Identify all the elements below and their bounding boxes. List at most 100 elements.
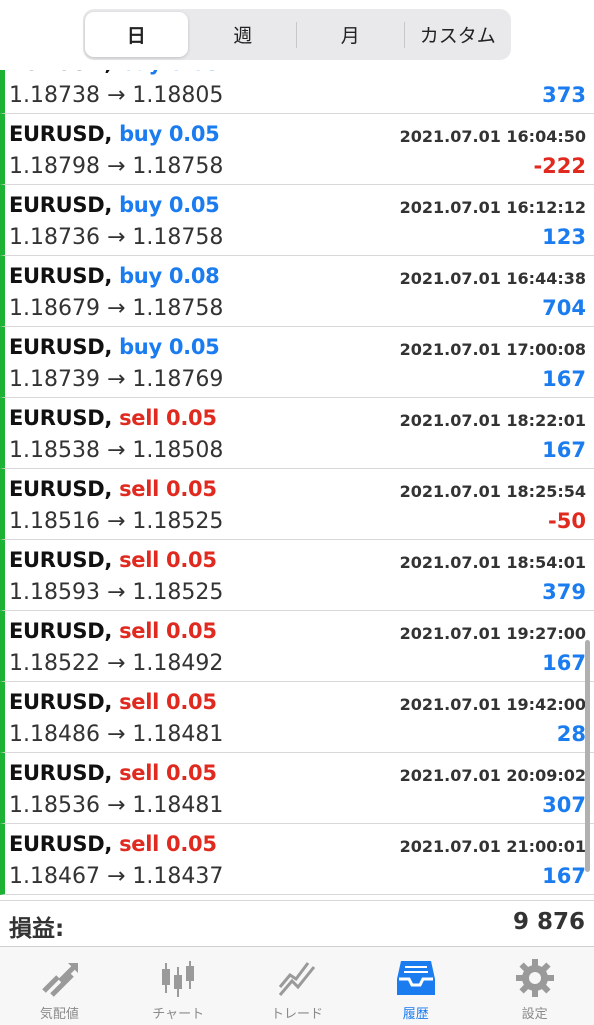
trade-profit: 167 <box>542 367 586 391</box>
trade-profit: 167 <box>542 438 586 462</box>
scrollbar[interactable] <box>585 640 590 872</box>
segment-divider <box>296 21 297 48</box>
trade-symbol: EURUSD, <box>9 335 113 359</box>
trade-profit: 373 <box>542 83 586 107</box>
trade-symbol-line: EURUSD, buy 0.05 <box>9 122 220 146</box>
trade-symbol: EURUSD, <box>9 264 113 288</box>
tab-label: 設定 <box>521 1007 548 1022</box>
period-header: 日 週 月 カスタム <box>0 0 594 70</box>
trade-time: 2021.07.01 16:04:50 <box>399 127 586 146</box>
trade-row[interactable]: EURUSD, sell 0.05 2021.07.01 19:27:00 1.18… <box>0 611 594 682</box>
segment-day[interactable]: 日 <box>85 12 188 57</box>
period-segmented-control: 日 週 月 カスタム <box>83 9 511 60</box>
trade-side-volume: buy 0.08 <box>119 264 220 288</box>
segment-month[interactable]: 月 <box>299 12 402 57</box>
trade-prices: 1.18593 → 1.18525 <box>9 580 224 605</box>
profit-summary: 損益: 9 876 <box>0 900 594 947</box>
tab-label: チャート <box>152 1007 205 1022</box>
trade-line-icon <box>278 962 316 996</box>
trade-time: 2021.07.01 18:25:54 <box>399 482 586 501</box>
trade-row[interactable]: EURUSD, buy 0.05 2021.07.01 17:00:08 1.187… <box>0 327 594 398</box>
trade-side-volume: buy 0.05 <box>119 122 220 146</box>
trade-prices: 1.18738 → 1.18805 <box>9 83 224 108</box>
trade-time: 2021.07.01 17:00:08 <box>399 340 586 359</box>
trade-time: 2021.07.01 16:12:12 <box>399 198 586 217</box>
trade-prices: 1.18467 → 1.18437 <box>9 864 224 889</box>
trade-profit: 307 <box>542 793 586 817</box>
trade-symbol: EURUSD, <box>9 832 113 856</box>
trade-time: 2021.07.01 21:00:01 <box>399 837 586 856</box>
trade-time: 2021.07.01 19:27:00 <box>399 624 586 643</box>
trade-row[interactable]: EURUSD, sell 0.05 2021.07.01 19:42:00 1.18… <box>0 682 594 753</box>
trade-side-volume: sell 0.05 <box>119 690 217 714</box>
trade-symbol-line: EURUSD, sell 0.05 <box>9 477 217 501</box>
trade-symbol-line: EURUSD, buy 0.05 <box>9 193 220 217</box>
trade-side-volume: sell 0.05 <box>119 406 217 430</box>
trade-side-volume: sell 0.05 <box>119 548 217 572</box>
trade-symbol: EURUSD, <box>9 548 113 572</box>
segment-custom[interactable]: カスタム <box>407 12 510 57</box>
trade-symbol: EURUSD, <box>9 122 113 146</box>
trade-profit: 167 <box>542 651 586 675</box>
trade-profit: 167 <box>542 864 586 888</box>
trade-row[interactable]: EURUSD, buy 0.08 2021.07.01 16:44:38 1.186… <box>0 256 594 327</box>
trade-row[interactable]: EURUSD, sell 0.05 2021.07.01 18:54:01 1.18… <box>0 540 594 611</box>
trade-symbol-line: EURUSD, sell 0.05 <box>9 406 217 430</box>
trade-symbol-line: EURUSD, sell 0.05 <box>9 619 217 643</box>
trade-symbol-line: EURUSD, buy 0.08 <box>9 264 220 288</box>
trade-time: 2021.07.01 20:09:02 <box>399 766 586 785</box>
tab-label: 気配値 <box>39 1007 79 1022</box>
trade-side-volume: sell 0.05 <box>119 832 217 856</box>
tab-label: 履歴 <box>402 1007 429 1022</box>
trade-side-volume: sell 0.05 <box>119 761 217 785</box>
trade-symbol: EURUSD, <box>9 477 113 501</box>
trade-profit: 28 <box>556 722 586 746</box>
trade-row[interactable]: EURUSD, sell 0.05 2021.07.01 21:00:01 1.18… <box>0 824 594 895</box>
history-inbox-icon <box>396 961 435 995</box>
trade-side-volume: sell 0.05 <box>119 619 217 643</box>
trade-prices: 1.18739 → 1.18769 <box>9 367 224 392</box>
tab-chart[interactable]: チャート <box>119 947 238 1025</box>
trade-symbol: EURUSD, <box>9 619 113 643</box>
quotes-arrows-icon <box>42 963 79 997</box>
trade-symbol-line: EURUSD, sell 0.05 <box>9 690 217 714</box>
segment-week[interactable]: 週 <box>192 12 295 57</box>
trade-row[interactable]: EURUSD, buy 0.05 2021.07.01 16:04:50 1.187… <box>0 114 594 185</box>
trade-prices: 1.18798 → 1.18758 <box>9 154 224 179</box>
trade-prices: 1.18736 → 1.18758 <box>9 225 224 250</box>
trade-side-volume: sell 0.05 <box>119 477 217 501</box>
trade-symbol: EURUSD, <box>9 193 113 217</box>
trade-prices: 1.18486 → 1.18481 <box>9 722 224 747</box>
profit-total: 9 876 <box>512 909 585 935</box>
gear-icon <box>515 959 554 997</box>
trade-time: 2021.07.01 18:22:01 <box>399 411 586 430</box>
tab-label: トレード <box>270 1007 323 1022</box>
trade-symbol-line: EURUSD, sell 0.05 <box>9 761 217 785</box>
trade-profit: 379 <box>542 580 586 604</box>
trade-row[interactable]: EURUSD, sell 0.05 2021.07.01 18:22:01 1.18… <box>0 398 594 469</box>
tab-settings[interactable]: 設定 <box>475 947 594 1025</box>
trade-history-list[interactable]: EURUSD, buy 0.05 1.18738 → 1.18805 373 EURU… <box>0 43 594 900</box>
trade-profit: 123 <box>542 225 586 249</box>
tab-history[interactable]: 履歴 <box>356 947 475 1025</box>
tab-trade[interactable]: トレード <box>238 947 357 1025</box>
trade-prices: 1.18538 → 1.18508 <box>9 438 224 463</box>
trade-symbol-line: EURUSD, sell 0.05 <box>9 832 217 856</box>
profit-label: 損益: <box>9 916 65 942</box>
trade-symbol: EURUSD, <box>9 406 113 430</box>
trade-time: 2021.07.01 19:42:00 <box>399 695 586 714</box>
trade-row[interactable]: EURUSD, sell 0.05 2021.07.01 20:09:02 1.18… <box>0 753 594 824</box>
trade-symbol: EURUSD, <box>9 690 113 714</box>
trade-row[interactable]: EURUSD, buy 0.05 2021.07.01 16:12:12 1.187… <box>0 185 594 256</box>
tab-quotes[interactable]: 気配値 <box>0 947 119 1025</box>
candlestick-chart-icon <box>162 961 195 997</box>
trade-side-volume: buy 0.05 <box>119 193 220 217</box>
trade-time: 2021.07.01 16:44:38 <box>399 269 586 288</box>
trade-prices: 1.18516 → 1.18525 <box>9 509 224 534</box>
segment-divider <box>403 21 405 48</box>
trade-row[interactable]: EURUSD, sell 0.05 2021.07.01 18:25:54 1.18… <box>0 469 594 540</box>
trade-time: 2021.07.01 18:54:01 <box>399 553 586 572</box>
trade-prices: 1.18536 → 1.18481 <box>9 793 224 818</box>
trade-prices: 1.18522 → 1.18492 <box>9 651 224 676</box>
trade-side-volume: buy 0.05 <box>119 335 220 359</box>
